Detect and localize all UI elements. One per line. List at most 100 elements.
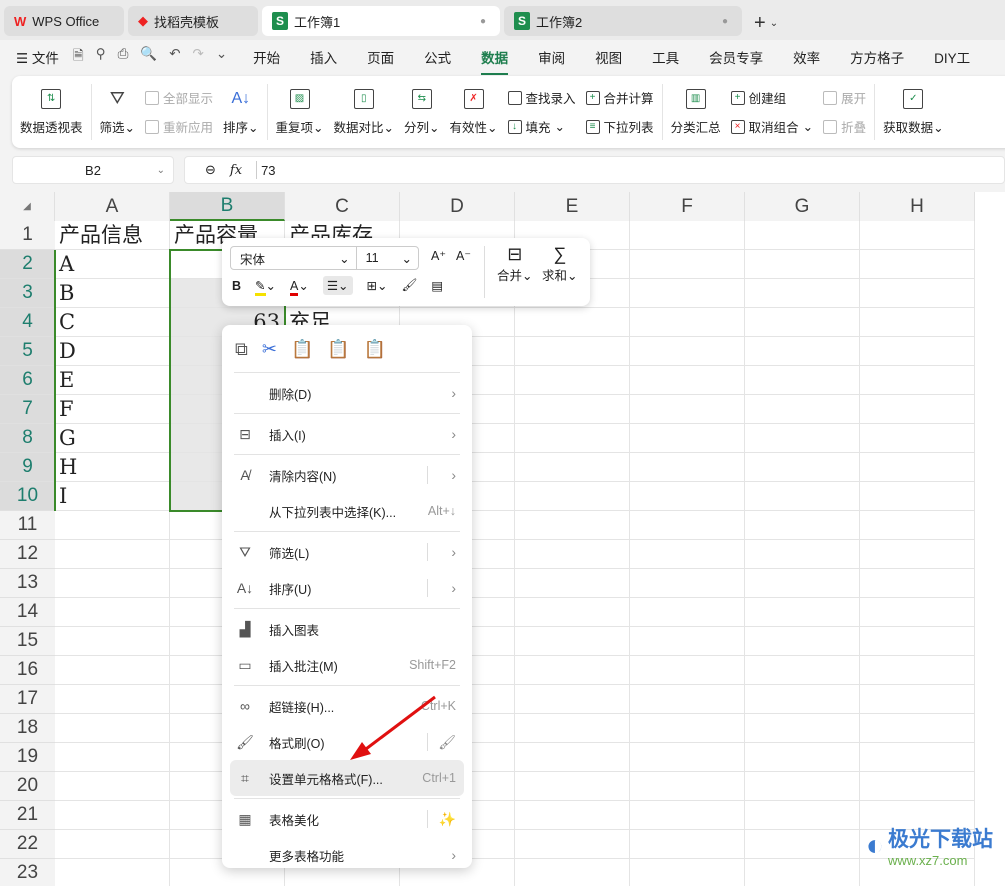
border-button[interactable]: ⊞⌄ xyxy=(367,278,388,293)
tab-workbook1[interactable]: S 工作簿1 ● xyxy=(262,6,500,36)
row-header-3[interactable]: 3 xyxy=(0,279,55,308)
cell-A2[interactable]: A xyxy=(55,250,170,279)
cell-H5[interactable] xyxy=(860,337,975,366)
cell-E13[interactable] xyxy=(515,569,630,598)
highlight-button[interactable]: ✎⌄ xyxy=(255,278,276,296)
paste-text-icon[interactable]: 📋 xyxy=(327,339,349,360)
row-header-21[interactable]: 21 xyxy=(0,801,55,830)
reapply-button[interactable]: 重新应用 xyxy=(145,117,213,136)
cut-icon[interactable]: ✂ xyxy=(262,339,277,360)
chevron-down-icon[interactable]: ⌄ xyxy=(216,46,227,69)
column-header-E[interactable]: E xyxy=(515,192,630,221)
row-header-20[interactable]: 20 xyxy=(0,772,55,801)
expand-button[interactable]: 展开 xyxy=(823,88,866,107)
row-header-4[interactable]: 4 xyxy=(0,308,55,337)
side-action-icon[interactable]: ✨ xyxy=(439,811,456,828)
cell-G8[interactable] xyxy=(745,424,860,453)
cell-G22[interactable] xyxy=(745,830,860,859)
show-all-button[interactable]: 全部显示 xyxy=(145,88,213,107)
cell-F17[interactable] xyxy=(630,685,745,714)
cell-H3[interactable] xyxy=(860,279,975,308)
increase-font-icon[interactable]: A⁺ xyxy=(431,248,446,263)
cell-E11[interactable] xyxy=(515,511,630,540)
cell-F18[interactable] xyxy=(630,714,745,743)
context-menu-item-10[interactable]: ⌗ 设置单元格格式(F)... Ctrl+1 xyxy=(230,760,464,796)
row-header-9[interactable]: 9 xyxy=(0,453,55,482)
column-header-H[interactable]: H xyxy=(860,192,975,221)
cell-A23[interactable] xyxy=(55,859,170,886)
menu-7[interactable]: 工具 xyxy=(652,47,679,67)
lookup-entry-button[interactable]: 查找录入 xyxy=(507,88,576,107)
cell-F21[interactable] xyxy=(630,801,745,830)
column-header-G[interactable]: G xyxy=(745,192,860,221)
bold-button[interactable]: B xyxy=(232,279,241,293)
cell-H14[interactable] xyxy=(860,598,975,627)
decrease-font-icon[interactable]: A⁻ xyxy=(456,248,471,263)
menu-8[interactable]: 会员专享 xyxy=(709,47,763,67)
consolidate-button[interactable]: + 合并计算 xyxy=(585,88,654,107)
cell-H16[interactable] xyxy=(860,656,975,685)
formula-input[interactable]: ⊖ fx 73 xyxy=(184,156,1005,184)
cell-F14[interactable] xyxy=(630,598,745,627)
cell-G1[interactable] xyxy=(745,221,860,250)
split-column-button[interactable]: ⇆ 分列⌄ xyxy=(404,88,440,136)
format-painter-icon[interactable]: 🖌 xyxy=(402,278,418,293)
menu-11[interactable]: DIY工 xyxy=(934,47,970,67)
cell-H20[interactable] xyxy=(860,772,975,801)
cell-A17[interactable] xyxy=(55,685,170,714)
cell-G9[interactable] xyxy=(745,453,860,482)
cell-A15[interactable] xyxy=(55,627,170,656)
context-menu-item-2[interactable]: A̸ 清除内容(N) › xyxy=(230,457,464,493)
cell-G17[interactable] xyxy=(745,685,860,714)
cell-A6[interactable]: E xyxy=(55,366,170,395)
row-header-19[interactable]: 19 xyxy=(0,743,55,772)
cell-E22[interactable] xyxy=(515,830,630,859)
row-header-18[interactable]: 18 xyxy=(0,714,55,743)
new-tab-button[interactable]: + ⌄ xyxy=(746,6,786,40)
side-action-icon[interactable]: 🖌 xyxy=(438,734,456,751)
print-icon[interactable]: ⎙ xyxy=(118,46,129,69)
cell-E20[interactable] xyxy=(515,772,630,801)
context-menu-item-12[interactable]: 更多表格功能 › xyxy=(230,837,464,873)
cell-G20[interactable] xyxy=(745,772,860,801)
cell-A10[interactable]: I xyxy=(55,482,170,511)
cell-F19[interactable] xyxy=(630,743,745,772)
cell-G3[interactable] xyxy=(745,279,860,308)
cell-F4[interactable] xyxy=(630,308,745,337)
cell-F13[interactable] xyxy=(630,569,745,598)
row-header-10[interactable]: 10 xyxy=(0,482,55,511)
context-menu-item-9[interactable]: 🖌 格式刷(O) 🖌 xyxy=(230,724,464,760)
menu-1[interactable]: 插入 xyxy=(310,47,337,67)
file-menu[interactable]: ☰ 文件 xyxy=(16,47,59,67)
cell-G11[interactable] xyxy=(745,511,860,540)
cell-H8[interactable] xyxy=(860,424,975,453)
print-preview-icon[interactable]: 🔍 xyxy=(140,46,157,69)
row-header-6[interactable]: 6 xyxy=(0,366,55,395)
menu-5[interactable]: 审阅 xyxy=(538,47,565,67)
row-header-14[interactable]: 14 xyxy=(0,598,55,627)
filter-button[interactable]: ⛛ 筛选⌄ xyxy=(100,88,136,136)
duplicates-button[interactable]: ▨ 重复项⌄ xyxy=(276,88,324,136)
cell-G23[interactable] xyxy=(745,859,860,886)
validity-button[interactable]: ✗ 有效性⌄ xyxy=(450,88,498,136)
cell-A3[interactable]: B xyxy=(55,279,170,308)
cell-E21[interactable] xyxy=(515,801,630,830)
cell-E23[interactable] xyxy=(515,859,630,886)
cell-F23[interactable] xyxy=(630,859,745,886)
cell-A19[interactable] xyxy=(55,743,170,772)
redo-icon[interactable]: ↷ xyxy=(193,46,204,69)
context-menu-item-7[interactable]: ▭ 插入批注(M) Shift+F2 xyxy=(230,647,464,683)
cell-G13[interactable] xyxy=(745,569,860,598)
row-header-23[interactable]: 23 xyxy=(0,859,55,886)
ungroup-button[interactable]: × 取消组合 ⌄ xyxy=(730,117,813,136)
save-icon[interactable]: 🗎 xyxy=(73,46,84,69)
cell-E14[interactable] xyxy=(515,598,630,627)
cell-E15[interactable] xyxy=(515,627,630,656)
merge-button[interactable]: ⊟ 合并⌄ xyxy=(497,244,533,284)
cell-E5[interactable] xyxy=(515,337,630,366)
cell-E17[interactable] xyxy=(515,685,630,714)
cell-F2[interactable] xyxy=(630,250,745,279)
column-header-D[interactable]: D xyxy=(400,192,515,221)
cell-H6[interactable] xyxy=(860,366,975,395)
zoom-icon[interactable]: ⊖ xyxy=(205,162,216,178)
